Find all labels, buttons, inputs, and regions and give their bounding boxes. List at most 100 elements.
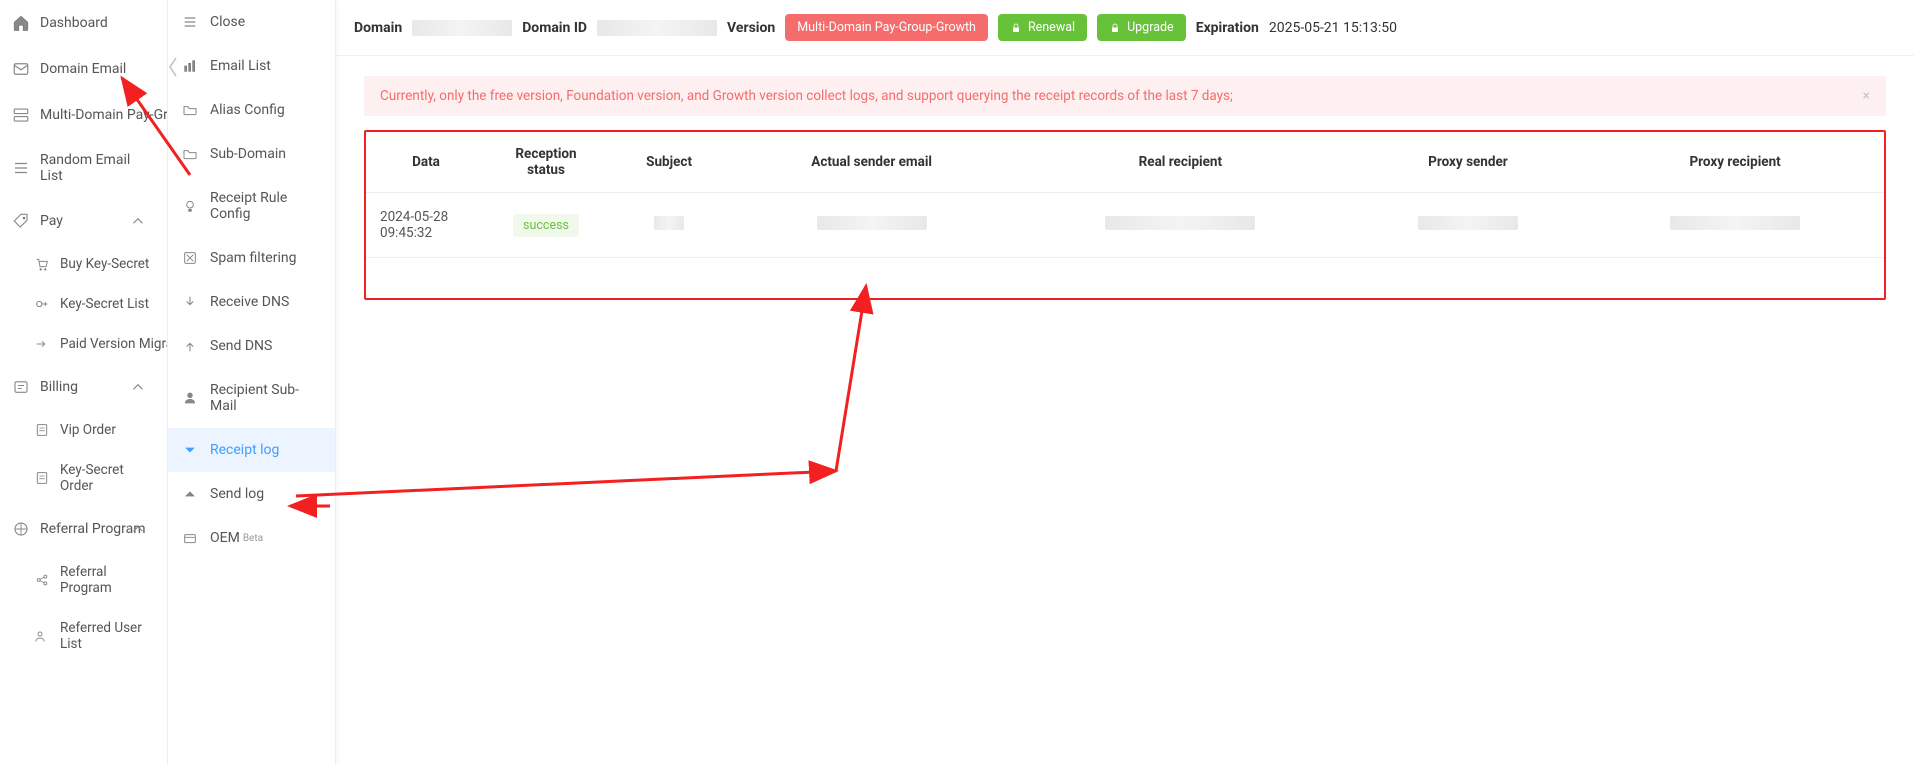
list-icon <box>12 159 30 177</box>
cell-actual-sender <box>732 193 1011 258</box>
sidebar-item-label: Pay <box>40 213 63 229</box>
block-icon <box>182 250 198 266</box>
chevron-up-icon <box>129 212 147 230</box>
alert-close-button[interactable]: × <box>1863 88 1870 104</box>
th-real-recipient: Real recipient <box>1011 132 1350 193</box>
receipt-log-table: Data Reception status Subject Actual sen… <box>366 132 1884 298</box>
menu-icon <box>182 14 198 30</box>
user-icon <box>182 390 198 406</box>
cell-real-recipient <box>1011 193 1350 258</box>
chevron-up-icon <box>129 520 147 538</box>
th-proxy-sender: Proxy sender <box>1350 132 1587 193</box>
proxy-recipient-redacted <box>1670 216 1800 230</box>
submenu-item-send-log[interactable]: Send log <box>168 472 335 516</box>
box-icon <box>182 530 198 546</box>
submenu-item-send-dns[interactable]: Send DNS <box>168 324 335 368</box>
secondary-sidebar: Close Email List Alias Config Sub-Domain… <box>168 0 336 765</box>
domain-value-redacted <box>412 20 512 36</box>
submenu-item-close[interactable]: Close <box>168 0 335 44</box>
lock-icon <box>1109 22 1121 34</box>
submenu-item-receipt-rule-config[interactable]: Receipt Rule Config <box>168 176 335 236</box>
primary-sidebar: Dashboard Domain Email Multi-Domain Pay-… <box>0 0 168 765</box>
sidebar-item-label: Key-Secret Order <box>60 462 157 494</box>
sidebar-item-pay[interactable]: Pay <box>0 198 167 244</box>
content-area: Currently, only the free version, Founda… <box>336 56 1914 765</box>
arrow-up-icon <box>182 338 198 354</box>
folder-icon <box>182 102 198 118</box>
main-content: Domain Domain ID Version Multi-Domain Pa… <box>336 0 1914 765</box>
status-badge: success <box>513 214 579 237</box>
sidebar-pay-children: Buy Key-Secret Key-Secret List Paid Vers… <box>0 244 167 364</box>
billing-icon <box>12 378 30 396</box>
th-actual-sender: Actual sender email <box>732 132 1011 193</box>
caret-down-icon <box>182 442 198 458</box>
submenu-item-label: Send log <box>210 486 264 502</box>
submenu-item-receipt-log[interactable]: Receipt log <box>168 428 335 472</box>
submenu-item-label: Receipt log <box>210 442 279 458</box>
submenu-item-label: Sub-Domain <box>210 146 286 162</box>
beta-badge: Beta <box>243 533 263 544</box>
sidebar-item-label: Multi-Domain Pay-Group <box>40 107 168 123</box>
proxy-sender-redacted <box>1418 216 1518 230</box>
sidebar-item-multi-domain-pay-group[interactable]: Multi-Domain Pay-Group <box>0 92 167 138</box>
table-row: 2024-05-28 09:45:32 success <box>366 193 1884 258</box>
submenu-item-label: Send DNS <box>210 338 272 354</box>
domain-id-value-redacted <box>597 20 717 36</box>
submenu-item-receive-dns[interactable]: Receive DNS <box>168 280 335 324</box>
upgrade-button-label: Upgrade <box>1127 20 1174 35</box>
sidebar-item-billing[interactable]: Billing <box>0 364 167 410</box>
sidebar-item-label: Billing <box>40 379 78 395</box>
sidebar-item-referral-program-sub[interactable]: Referral Program <box>24 552 167 608</box>
sidebar-referral-children: Referral Program Referred User List <box>0 552 167 664</box>
sidebar-item-random-email-list[interactable]: Random Email List <box>0 138 167 198</box>
submenu-item-label: Receive DNS <box>210 294 289 310</box>
bars-icon <box>182 58 198 74</box>
cell-data: 2024-05-28 09:45:32 <box>366 193 486 258</box>
header-bar: Domain Domain ID Version Multi-Domain Pa… <box>336 0 1914 56</box>
sidebar-item-referred-user-list[interactable]: Referred User List <box>24 608 167 664</box>
domain-label: Domain <box>354 20 402 36</box>
sidebar-billing-children: Vip Order Key-Secret Order <box>0 410 167 506</box>
renewal-button[interactable]: Renewal <box>998 14 1087 41</box>
sidebar-item-buy-key-secret[interactable]: Buy Key-Secret <box>24 244 167 284</box>
submenu-item-oem[interactable]: OEM Beta <box>168 516 335 560</box>
sidebar-item-label: Domain Email <box>40 61 126 77</box>
submenu-item-label: Email List <box>210 58 271 74</box>
sidebar-item-domain-email[interactable]: Domain Email <box>0 46 167 92</box>
receipt-log-table-wrapper: Data Reception status Subject Actual sen… <box>364 130 1886 300</box>
sidebar-item-label: Vip Order <box>60 422 116 438</box>
sidebar-item-paid-version-migration[interactable]: Paid Version Migration <box>24 324 167 364</box>
group-icon <box>12 106 30 124</box>
home-icon <box>12 14 30 32</box>
sidebar-item-dashboard[interactable]: Dashboard <box>0 0 167 46</box>
order-icon <box>34 470 50 486</box>
submenu-item-sub-domain[interactable]: Sub-Domain <box>168 132 335 176</box>
upgrade-button[interactable]: Upgrade <box>1097 14 1186 41</box>
expiration-value: 2025-05-21 15:13:50 <box>1269 20 1397 36</box>
cart-icon <box>34 256 50 272</box>
sidebar-item-label: Dashboard <box>40 15 108 31</box>
th-subject: Subject <box>606 132 732 193</box>
arrow-down-icon <box>182 294 198 310</box>
submenu-item-spam-filtering[interactable]: Spam filtering <box>168 236 335 280</box>
domain-id-label: Domain ID <box>522 20 587 36</box>
sidebar-item-key-secret-order[interactable]: Key-Secret Order <box>24 450 167 506</box>
sidebar-item-vip-order[interactable]: Vip Order <box>24 410 167 450</box>
alert-text: Currently, only the free version, Founda… <box>380 88 1233 104</box>
sidebar-item-label: Paid Version Migration <box>60 336 168 352</box>
table-row-empty <box>366 258 1884 298</box>
lock-icon <box>1010 22 1022 34</box>
expiration-label: Expiration <box>1196 20 1259 36</box>
submenu-item-alias-config[interactable]: Alias Config <box>168 88 335 132</box>
submenu-item-email-list[interactable]: Email List <box>168 44 335 88</box>
version-tag: Multi-Domain Pay-Group-Growth <box>785 14 988 41</box>
th-data: Data <box>366 132 486 193</box>
submenu-item-recipient-sub-mail[interactable]: Recipient Sub-Mail <box>168 368 335 428</box>
collapse-toggle[interactable] <box>168 56 178 78</box>
renewal-button-label: Renewal <box>1028 20 1075 35</box>
sidebar-item-label: Random Email List <box>40 152 155 184</box>
sidebar-item-key-secret-list[interactable]: Key-Secret List <box>24 284 167 324</box>
cell-status: success <box>486 193 606 258</box>
version-tag-label: Multi-Domain Pay-Group-Growth <box>797 20 976 35</box>
sidebar-item-referral-program[interactable]: Referral Program <box>0 506 167 552</box>
